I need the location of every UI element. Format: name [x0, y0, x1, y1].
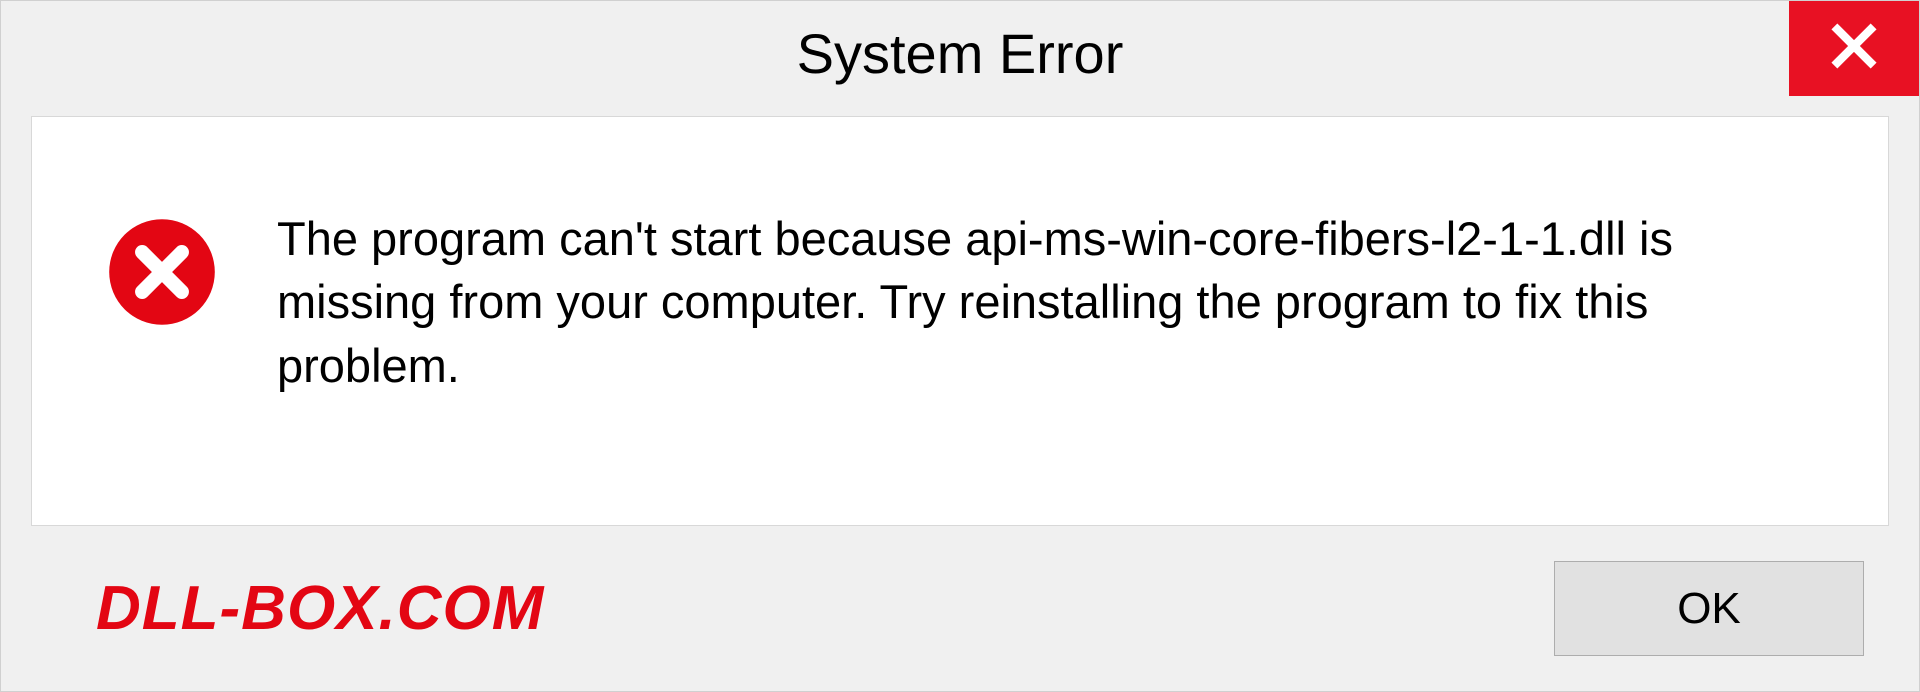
error-dialog: System Error The program can't start bec…	[0, 0, 1920, 692]
error-message: The program can't start because api-ms-w…	[277, 207, 1808, 397]
content-area: The program can't start because api-ms-w…	[31, 116, 1889, 526]
close-button[interactable]	[1789, 1, 1919, 96]
dialog-title: System Error	[797, 21, 1124, 86]
titlebar: System Error	[1, 1, 1919, 106]
watermark-text: DLL-BOX.COM	[96, 573, 544, 644]
dialog-footer: DLL-BOX.COM OK	[1, 526, 1919, 691]
error-icon	[107, 217, 217, 327]
close-icon	[1829, 21, 1879, 76]
ok-button[interactable]: OK	[1554, 561, 1864, 656]
